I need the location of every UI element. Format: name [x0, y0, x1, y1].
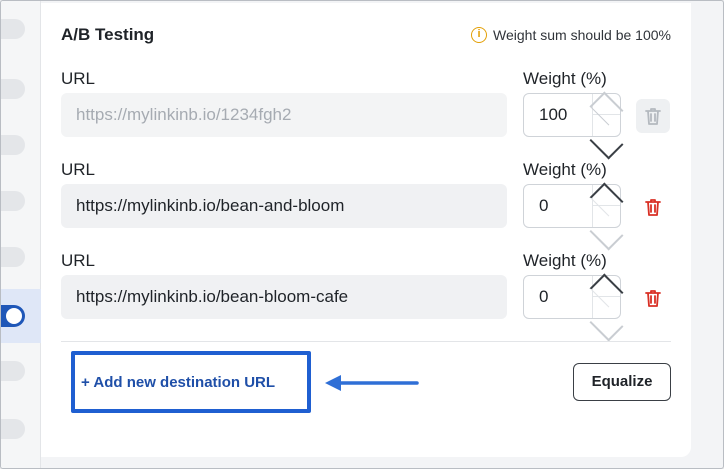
info-icon: i: [471, 27, 488, 43]
weight-label: Weight (%): [523, 69, 607, 88]
stepper-controls: [589, 182, 624, 251]
screenshot-frame: A/B Testing i Weight sum should be 100% …: [0, 0, 724, 469]
add-destination-label[interactable]: + Add new destination URL: [81, 374, 275, 391]
section-title: A/B Testing: [61, 25, 155, 44]
url-input[interactable]: https://mylinkinb.io/bean-and-bloom: [61, 184, 507, 228]
destination-row: URL Weight (%) https://mylinkinb.io/1234…: [61, 69, 671, 160]
url-label: URL: [61, 69, 96, 88]
stepper-controls: [589, 273, 624, 342]
trash-icon: [645, 108, 661, 125]
weight-stepper[interactable]: 0: [523, 182, 624, 251]
destination-row: URL Weight (%) https://mylinkinb.io/bean…: [61, 160, 671, 251]
decrement-button[interactable]: [589, 297, 624, 342]
decrement-button[interactable]: [589, 115, 624, 160]
trash-icon: [645, 199, 661, 216]
url-input[interactable]: https://mylinkinb.io/bean-bloom-cafe: [61, 275, 507, 319]
weight-warning-text: Weight sum should be 100%: [493, 27, 671, 43]
decrement-button[interactable]: [589, 206, 624, 251]
divider: [61, 341, 671, 342]
url-label: URL: [61, 251, 96, 270]
increment-button[interactable]: [589, 273, 624, 308]
chevron-down-icon: [589, 216, 624, 251]
toggle-switch-off[interactable]: [1, 79, 25, 99]
add-destination-button[interactable]: + Add new destination URL: [71, 351, 311, 413]
toggle-knob: [6, 308, 22, 324]
increment-button[interactable]: [589, 91, 624, 126]
weight-value[interactable]: 0: [539, 185, 548, 227]
ab-testing-toggle-on[interactable]: [1, 305, 25, 327]
weight-value[interactable]: 100: [539, 94, 567, 136]
left-settings-column: [1, 1, 41, 468]
trash-icon: [645, 290, 661, 307]
toggle-switch-off[interactable]: [1, 247, 25, 267]
delete-button[interactable]: [636, 281, 670, 315]
toggle-switch-off[interactable]: [1, 419, 25, 439]
chevron-down-icon: [589, 307, 624, 342]
toggle-switch-off[interactable]: [1, 19, 25, 39]
toggle-switch-off[interactable]: [1, 135, 25, 155]
ab-testing-panel: A/B Testing i Weight sum should be 100% …: [41, 3, 691, 457]
weight-value[interactable]: 0: [539, 276, 548, 318]
weight-label: Weight (%): [523, 160, 607, 179]
weight-label: Weight (%): [523, 251, 607, 270]
delete-button[interactable]: [636, 190, 670, 224]
stepper-controls: [589, 91, 624, 160]
arrow-left-icon: [325, 375, 419, 391]
url-input: https://mylinkinb.io/1234fgh2: [61, 93, 507, 137]
url-label: URL: [61, 160, 96, 179]
toggle-switch-off[interactable]: [1, 361, 25, 381]
equalize-button[interactable]: Equalize: [573, 363, 671, 401]
toggle-switch-off[interactable]: [1, 191, 25, 211]
weight-stepper[interactable]: 100: [523, 91, 624, 160]
delete-button: [636, 99, 670, 133]
chevron-down-icon: [589, 125, 624, 160]
weight-warning: i Weight sum should be 100%: [471, 27, 671, 43]
weight-stepper[interactable]: 0: [523, 273, 624, 342]
destination-row: URL Weight (%) https://mylinkinb.io/bean…: [61, 251, 671, 342]
increment-button[interactable]: [589, 182, 624, 217]
